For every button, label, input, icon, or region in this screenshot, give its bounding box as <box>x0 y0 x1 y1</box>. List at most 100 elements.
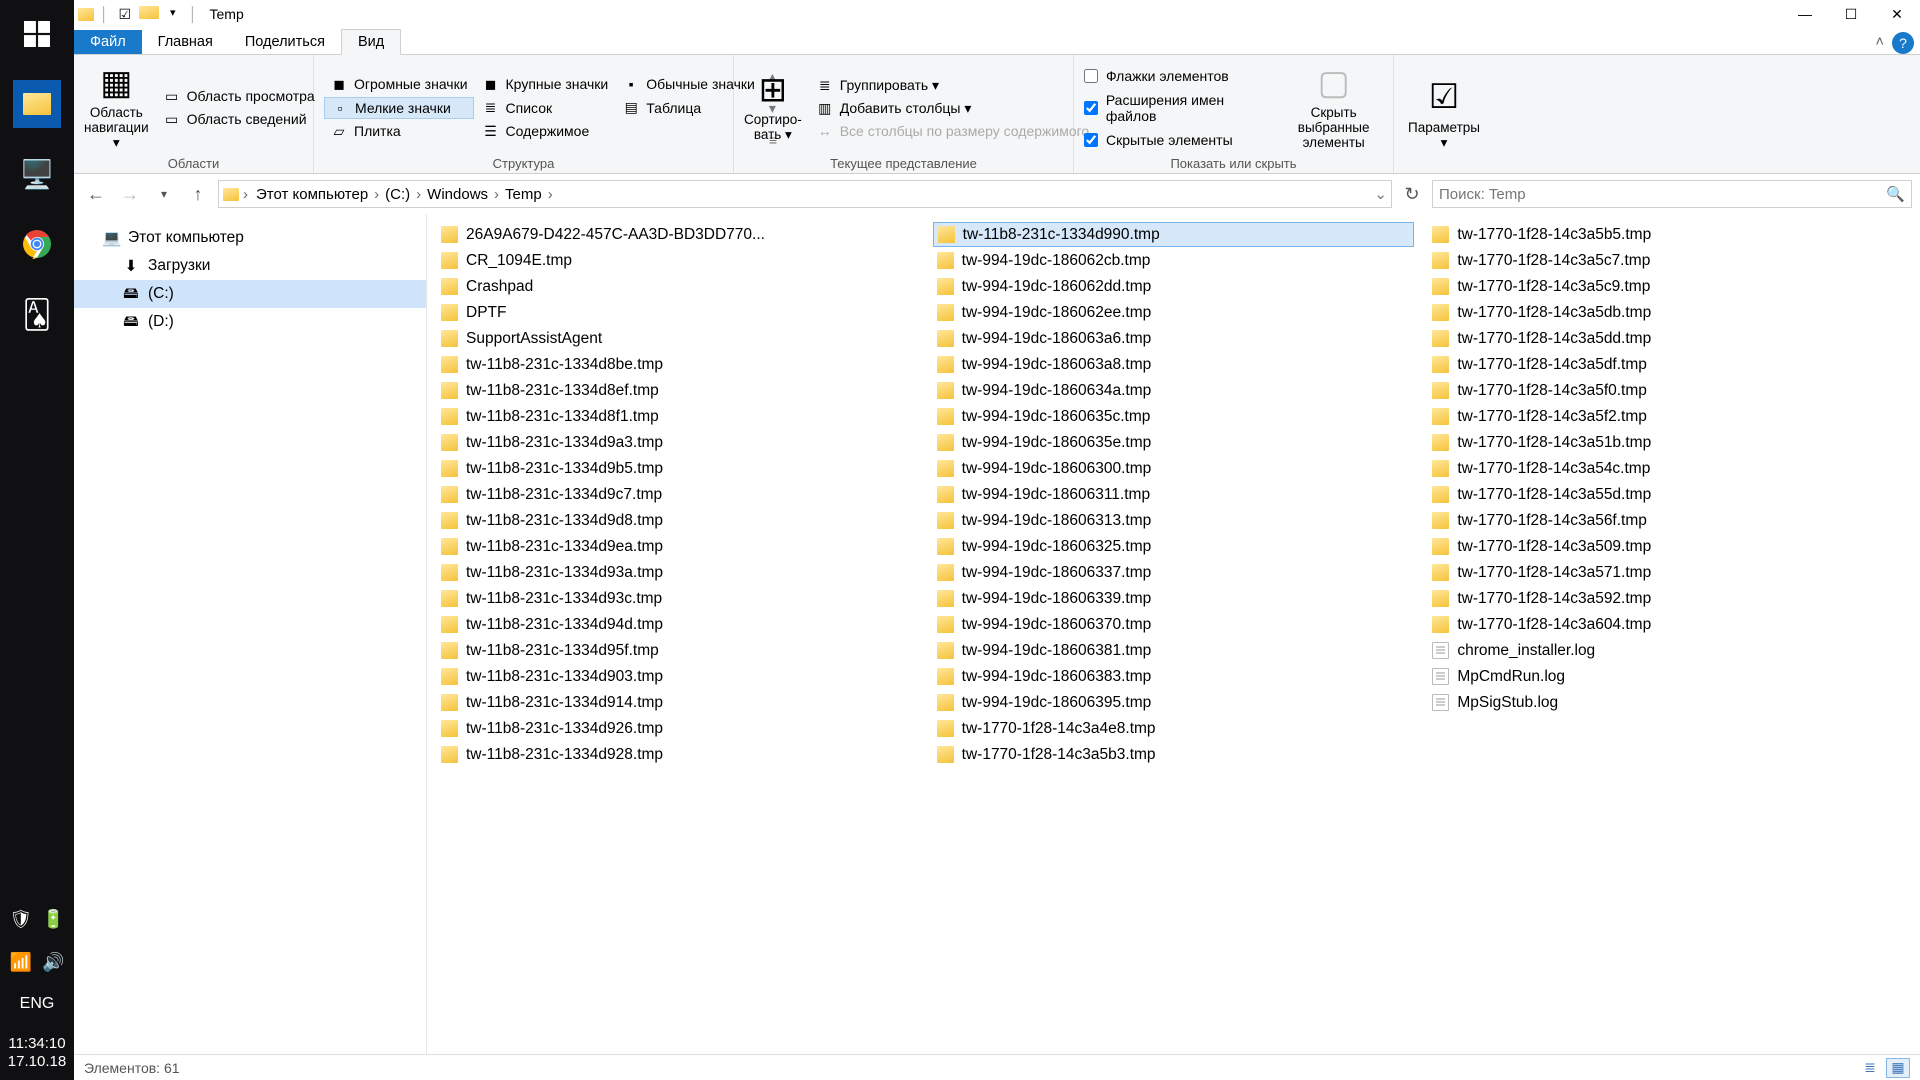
file-item[interactable]: MpCmdRun.log <box>1428 664 1910 689</box>
file-item[interactable]: Crashpad <box>437 274 919 299</box>
taskbar-app-chrome[interactable] <box>13 220 61 268</box>
file-item[interactable]: tw-11b8-231c-1334d9d8.tmp <box>437 508 919 533</box>
layout-content[interactable]: ☰Содержимое <box>476 121 615 142</box>
file-item[interactable]: tw-1770-1f28-14c3a56f.tmp <box>1428 508 1910 533</box>
breadcrumb-segment[interactable]: Этот компьютер <box>252 186 372 203</box>
tab-home[interactable]: Главная <box>142 30 229 54</box>
address-bar[interactable]: › Этот компьютер›(C:)›Windows›Temp› ⌄ <box>218 180 1392 208</box>
breadcrumb-segment[interactable]: Windows <box>423 186 492 203</box>
file-item[interactable]: tw-11b8-231c-1334d903.tmp <box>437 664 919 689</box>
help-button[interactable]: ? <box>1892 32 1914 54</box>
breadcrumb-segment[interactable]: Temp <box>501 186 546 203</box>
file-item[interactable]: tw-1770-1f28-14c3a5c7.tmp <box>1428 248 1910 273</box>
navpane-item[interactable]: 🖴(D:) <box>74 308 426 336</box>
tray-wifi-icon[interactable]: 📶 <box>10 952 32 973</box>
file-item[interactable]: tw-1770-1f28-14c3a5db.tmp <box>1428 300 1910 325</box>
sort-button[interactable]: ⊞Сортиро-вать ▾ <box>744 61 802 154</box>
file-item[interactable]: tw-1770-1f28-14c3a509.tmp <box>1428 534 1910 559</box>
file-item[interactable]: tw-994-19dc-186063a6.tmp <box>933 326 1415 351</box>
address-dropdown[interactable]: ⌄ <box>1374 185 1387 203</box>
file-item[interactable]: tw-994-19dc-18606395.tmp <box>933 690 1415 715</box>
qat-properties[interactable]: ☑ <box>115 6 135 23</box>
file-item[interactable]: tw-11b8-231c-1334d8f1.tmp <box>437 404 919 429</box>
chk-file-extensions[interactable]: Расширения имен файлов <box>1084 91 1276 125</box>
file-item[interactable]: tw-994-19dc-18606337.tmp <box>933 560 1415 585</box>
qat-customize[interactable]: ▾ <box>163 6 183 23</box>
chk-item-checkboxes[interactable]: Флажки элементов <box>1084 67 1276 85</box>
nav-back-button[interactable]: ← <box>82 180 110 208</box>
search-input[interactable]: Поиск: Temp 🔍 <box>1432 180 1912 208</box>
nav-history-button[interactable]: ▾ <box>150 180 178 208</box>
layout-tile[interactable]: ▱Плитка <box>324 121 474 142</box>
file-item[interactable]: tw-1770-1f28-14c3a5dd.tmp <box>1428 326 1910 351</box>
start-button[interactable] <box>13 10 61 58</box>
file-item[interactable]: SupportAssistAgent <box>437 326 919 351</box>
file-item[interactable]: tw-994-19dc-1860635e.tmp <box>933 430 1415 455</box>
file-item[interactable]: tw-1770-1f28-14c3a5b3.tmp <box>933 742 1415 767</box>
tab-share[interactable]: Поделиться <box>229 30 341 54</box>
navpane-item[interactable]: 🖴(C:) <box>74 280 426 308</box>
file-item[interactable]: tw-1770-1f28-14c3a5b5.tmp <box>1428 222 1910 247</box>
layout-list[interactable]: ≣Список <box>476 97 615 119</box>
file-item[interactable]: tw-994-19dc-18606300.tmp <box>933 456 1415 481</box>
file-item[interactable]: tw-1770-1f28-14c3a5f0.tmp <box>1428 378 1910 403</box>
file-item[interactable]: tw-1770-1f28-14c3a5c9.tmp <box>1428 274 1910 299</box>
view-icons-button[interactable]: ▦ <box>1886 1058 1910 1078</box>
maximize-button[interactable]: ☐ <box>1828 0 1874 28</box>
file-item[interactable]: tw-11b8-231c-1334d914.tmp <box>437 690 919 715</box>
file-item[interactable]: tw-994-19dc-186062ee.tmp <box>933 300 1415 325</box>
file-item[interactable]: tw-11b8-231c-1334d9a3.tmp <box>437 430 919 455</box>
taskbar-app-solitaire[interactable]: 🂡 <box>13 290 61 338</box>
file-item[interactable]: tw-994-19dc-18606313.tmp <box>933 508 1415 533</box>
preview-pane-button[interactable]: ▭Область просмотра <box>157 86 321 107</box>
file-item[interactable]: tw-11b8-231c-1334d926.tmp <box>437 716 919 741</box>
tray-language[interactable]: ENG <box>20 995 55 1013</box>
file-item[interactable]: tw-11b8-231c-1334d9ea.tmp <box>437 534 919 559</box>
file-item[interactable]: tw-994-19dc-1860634a.tmp <box>933 378 1415 403</box>
file-item[interactable]: tw-11b8-231c-1334d93a.tmp <box>437 560 919 585</box>
taskbar-app-explorer[interactable] <box>13 80 61 128</box>
file-item[interactable]: tw-11b8-231c-1334d8be.tmp <box>437 352 919 377</box>
file-item[interactable]: tw-1770-1f28-14c3a4e8.tmp <box>933 716 1415 741</box>
file-item[interactable]: 26A9A679-D422-457C-AA3D-BD3DD770... <box>437 222 919 247</box>
file-item[interactable]: tw-1770-1f28-14c3a5df.tmp <box>1428 352 1910 377</box>
file-item[interactable]: tw-994-19dc-18606325.tmp <box>933 534 1415 559</box>
file-item[interactable]: tw-994-19dc-186063a8.tmp <box>933 352 1415 377</box>
chk-hidden-items[interactable]: Скрытые элементы <box>1084 131 1276 149</box>
file-item[interactable]: tw-11b8-231c-1334d8ef.tmp <box>437 378 919 403</box>
hide-selected-button[interactable]: ▢Скрыть выбранные элементы <box>1284 61 1383 154</box>
navigation-pane-button[interactable]: ▦Область навигации ▾ <box>84 61 149 154</box>
nav-up-button[interactable]: ↑ <box>184 180 212 208</box>
file-item[interactable]: chrome_installer.log <box>1428 638 1910 663</box>
file-item[interactable]: tw-1770-1f28-14c3a54c.tmp <box>1428 456 1910 481</box>
file-item[interactable]: tw-11b8-231c-1334d9b5.tmp <box>437 456 919 481</box>
file-item[interactable]: tw-994-19dc-18606311.tmp <box>933 482 1415 507</box>
navpane-item[interactable]: 💻Этот компьютер <box>74 224 426 252</box>
file-item[interactable]: tw-11b8-231c-1334d928.tmp <box>437 742 919 767</box>
file-pane[interactable]: 26A9A679-D422-457C-AA3D-BD3DD770...CR_10… <box>427 214 1920 1054</box>
navpane-item[interactable]: ⬇Загрузки <box>74 252 426 280</box>
ribbon-collapse-button[interactable]: ˄ <box>1868 30 1892 54</box>
file-item[interactable]: DPTF <box>437 300 919 325</box>
qat-newfolder[interactable] <box>139 6 159 19</box>
file-item[interactable]: tw-1770-1f28-14c3a592.tmp <box>1428 586 1910 611</box>
tab-file[interactable]: Файл <box>74 30 142 54</box>
file-item[interactable]: tw-1770-1f28-14c3a5f2.tmp <box>1428 404 1910 429</box>
file-item[interactable]: tw-994-19dc-18606370.tmp <box>933 612 1415 637</box>
layout-small[interactable]: ▫Мелкие значки <box>324 97 474 119</box>
file-item[interactable]: tw-11b8-231c-1334d9c7.tmp <box>437 482 919 507</box>
tray-battery-icon[interactable]: 🔋 <box>42 909 64 930</box>
minimize-button[interactable]: — <box>1782 0 1828 28</box>
view-details-button[interactable]: ≣ <box>1858 1058 1882 1078</box>
file-item[interactable]: tw-994-19dc-186062dd.tmp <box>933 274 1415 299</box>
tray-clock[interactable]: 11:34:10 17.10.18 <box>8 1035 66 1073</box>
file-item[interactable]: tw-1770-1f28-14c3a51b.tmp <box>1428 430 1910 455</box>
file-item[interactable]: tw-11b8-231c-1334d95f.tmp <box>437 638 919 663</box>
file-item[interactable]: tw-994-19dc-18606381.tmp <box>933 638 1415 663</box>
file-item[interactable]: tw-994-19dc-18606383.tmp <box>933 664 1415 689</box>
file-item[interactable]: tw-1770-1f28-14c3a571.tmp <box>1428 560 1910 585</box>
file-item[interactable]: CR_1094E.tmp <box>437 248 919 273</box>
tab-view[interactable]: Вид <box>341 29 401 55</box>
file-item[interactable]: tw-1770-1f28-14c3a55d.tmp <box>1428 482 1910 507</box>
file-item[interactable]: MpSigStub.log <box>1428 690 1910 715</box>
